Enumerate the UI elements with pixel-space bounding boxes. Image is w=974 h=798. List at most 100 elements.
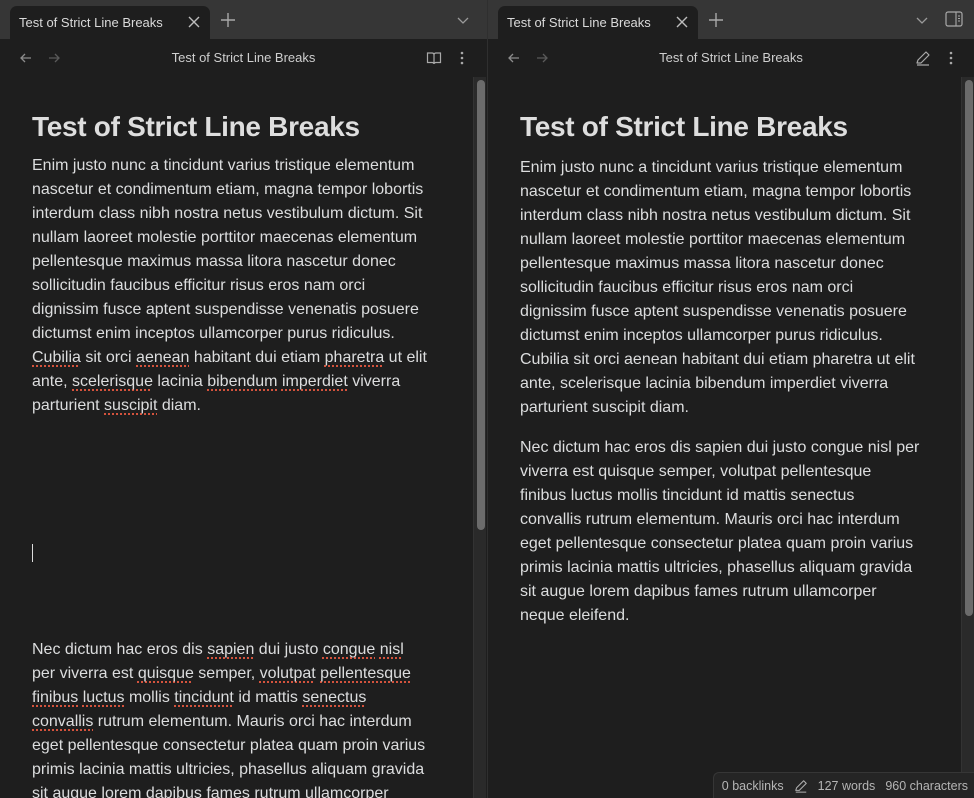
text-run: nullam laoreet molestie porttitor maecen… <box>32 229 418 246</box>
close-icon[interactable] <box>187 15 201 29</box>
text-run: interdum class nibh nostra netus vestibu… <box>32 205 423 222</box>
text-run: sit augue lorem dapibus fames rutrum ull… <box>32 785 389 798</box>
text-run: per viverra est <box>32 665 138 682</box>
text-run: pellentesque maximus massa litora nascet… <box>32 253 396 270</box>
more-vertical-icon[interactable] <box>943 50 959 66</box>
text-run: viverra est quisque semper, volutpat pel… <box>520 463 872 480</box>
text-run: dictumst enim inceptos ullamcorper purus… <box>520 327 883 344</box>
text-run: eget pellentesque consectetur platea qua… <box>32 737 426 754</box>
misspelled-word[interactable]: pellentesque <box>320 665 411 682</box>
misspelled-word[interactable]: convallis <box>32 713 93 730</box>
tab-title: Test of Strict Line Breaks <box>19 15 163 30</box>
text-run: id mattis <box>233 689 303 706</box>
text-run: dignissim fusce aptent suspendisse venen… <box>520 303 907 320</box>
word-count: 127 words <box>817 778 876 793</box>
more-vertical-icon[interactable] <box>454 50 470 66</box>
document-continued: Nec dictum hac eros dis sapien dui justo… <box>32 638 442 798</box>
text-run: dignissim fusce aptent suspendisse venen… <box>32 301 419 318</box>
text-run: nullam laoreet molestie porttitor maecen… <box>520 231 906 248</box>
misspelled-word[interactable]: bibendum <box>207 373 277 390</box>
misspelled-word[interactable]: luctus <box>83 689 125 706</box>
text-run: primis lacinia mattis ultricies, phasell… <box>32 761 425 778</box>
paragraph-1[interactable]: Enim justo nunc a tincidunt varius trist… <box>32 154 442 418</box>
paragraph-2[interactable]: Nec dictum hac eros dis sapien dui justo… <box>32 638 442 798</box>
text-run: primis lacinia mattis ultricies, phasell… <box>520 559 913 576</box>
misspelled-word[interactable]: volutpat <box>260 665 316 682</box>
text-run: sit augue lorem dapibus fames rutrum ull… <box>520 583 877 600</box>
misspelled-word[interactable]: senectus <box>302 689 366 706</box>
sidebar-toggle-icon[interactable] <box>945 11 963 27</box>
document-heading: Test of Strict Line Breaks <box>32 111 360 142</box>
tab-active[interactable]: Test of Strict Line Breaks <box>498 6 698 39</box>
text-run: Enim justo nunc a tincidunt varius trist… <box>520 159 903 176</box>
new-tab-icon[interactable] <box>708 12 724 28</box>
text-run: neque eleifend. <box>520 607 630 624</box>
misspelled-word[interactable]: imperdiet <box>282 373 348 390</box>
misspelled-word[interactable]: quisque <box>138 665 194 682</box>
misspelled-word[interactable]: aenean <box>136 349 189 366</box>
document: Test of Strict Line Breaks Enim justo nu… <box>32 110 442 418</box>
tab-bar: Test of Strict Line Breaks <box>488 0 974 39</box>
text-cursor <box>32 544 33 562</box>
view-title[interactable]: Test of Strict Line Breaks <box>0 50 487 65</box>
text-run: diam. <box>157 397 201 414</box>
text-run: mollis <box>124 689 175 706</box>
misspelled-word[interactable]: suscipit <box>104 397 157 414</box>
text-run: finibus luctus mollis tincidunt id matti… <box>520 487 855 504</box>
misspelled-word[interactable]: tincidunt <box>174 689 234 706</box>
view-header: Test of Strict Line Breaks <box>488 39 974 77</box>
misspelled-word[interactable]: finibus <box>32 689 78 706</box>
text-run: sit orci <box>80 349 137 366</box>
left-pane: Test of Strict Line Breaks Test of Stric… <box>0 0 487 798</box>
misspelled-word[interactable]: sapien <box>207 641 254 658</box>
text-run: sollicitudin faucibus efficitur risus er… <box>520 279 854 296</box>
misspelled-word[interactable]: nisl <box>380 641 404 658</box>
character-count: 960 characters <box>885 778 968 793</box>
chevron-down-icon[interactable] <box>456 13 470 27</box>
close-icon[interactable] <box>675 15 689 29</box>
tab-active[interactable]: Test of Strict Line Breaks <box>10 6 210 39</box>
misspelled-word[interactable]: scelerisque <box>72 373 153 390</box>
chevron-down-icon[interactable] <box>915 13 929 27</box>
scrollbar-thumb[interactable] <box>965 80 973 616</box>
tab-title: Test of Strict Line Breaks <box>507 15 651 30</box>
text-run: habitant dui etiam <box>189 349 325 366</box>
scrollbar[interactable] <box>961 77 974 798</box>
text-run: rutrum elementum. Mauris orci hac interd… <box>93 713 412 730</box>
text-run: parturient <box>32 397 105 414</box>
new-tab-icon[interactable] <box>220 12 236 28</box>
text-run: interdum class nibh nostra netus vestibu… <box>520 207 911 224</box>
text-run: parturient suscipit diam. <box>520 399 689 416</box>
view-title[interactable]: Test of Strict Line Breaks <box>488 50 974 65</box>
misspelled-word[interactable]: pharetra <box>325 349 385 366</box>
book-open-icon[interactable] <box>426 50 442 66</box>
text-run: Nec dictum hac eros dis <box>32 641 208 658</box>
text-run: viverra <box>347 373 401 390</box>
text-run: semper, <box>193 665 260 682</box>
text-run: lacinia <box>152 373 208 390</box>
status-bar: 0 backlinks 127 words 960 characters <box>712 772 974 798</box>
text-run: ut elit <box>384 349 427 366</box>
text-run: nascetur et condimentum etiam, magna tem… <box>32 181 424 198</box>
tab-bar: Test of Strict Line Breaks <box>0 0 487 39</box>
document-heading: Test of Strict Line Breaks <box>520 111 848 142</box>
text-run: Nec dictum hac eros dis sapien dui justo… <box>520 439 920 456</box>
paragraph-1: Enim justo nunc a tincidunt varius trist… <box>520 156 940 420</box>
text-run: nascetur et condimentum etiam, magna tem… <box>520 183 912 200</box>
scrollbar-thumb[interactable] <box>477 80 485 530</box>
document: Test of Strict Line Breaks Enim justo nu… <box>520 110 940 628</box>
editor-content[interactable]: Test of Strict Line Breaks Enim justo nu… <box>0 77 487 798</box>
misspelled-word[interactable]: congue <box>323 641 376 658</box>
pencil-icon[interactable] <box>915 50 931 66</box>
pencil-icon[interactable] <box>794 779 808 793</box>
text-run: dictumst enim inceptos ullamcorper purus… <box>32 325 395 342</box>
backlinks-count[interactable]: 0 backlinks <box>722 779 784 793</box>
text-run: sollicitudin faucibus efficitur risus er… <box>32 277 366 294</box>
text-run: ante, <box>32 373 73 390</box>
text-run: pellentesque maximus massa litora nascet… <box>520 255 884 272</box>
paragraph-2: Nec dictum hac eros dis sapien dui justo… <box>520 436 940 628</box>
text-run: ante, scelerisque lacinia bibendum imper… <box>520 375 889 392</box>
misspelled-word[interactable]: Cubilia <box>32 349 81 366</box>
text-run: Enim justo nunc a tincidunt varius trist… <box>32 157 415 174</box>
scrollbar[interactable] <box>473 77 486 798</box>
